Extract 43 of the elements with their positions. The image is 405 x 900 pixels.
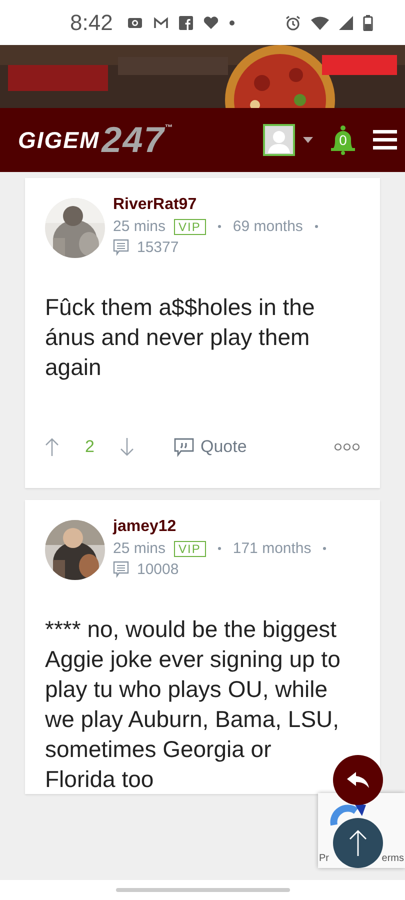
recaptcha-text: erms (382, 853, 404, 864)
post-count: 15377 (137, 239, 179, 256)
menu-icon[interactable] (373, 130, 397, 150)
up-arrow-icon (349, 829, 367, 857)
wifi-icon (311, 16, 329, 30)
separator-dot (323, 547, 326, 550)
post-text: **** no, would be the biggest Aggie joke ever signing up to play tu who plays OU, while we play Auburn, Bama, LSU, sometimes Georgia or Florida too (45, 615, 342, 794)
battery-icon (363, 14, 373, 30)
vip-badge: VIP (174, 540, 206, 556)
vote-count: 2 (85, 437, 94, 457)
user-avatar-button[interactable] (263, 124, 295, 156)
recaptcha-text: Pr (319, 853, 329, 864)
author-name[interactable]: jamey12 (113, 518, 330, 536)
post-count: 10008 (137, 561, 179, 578)
mail-icon (152, 16, 169, 30)
bell-icon (329, 125, 357, 155)
more-options-icon[interactable] (334, 443, 360, 451)
separator-dot (218, 547, 221, 550)
post-time: 25 mins (113, 218, 166, 235)
vip-badge: VIP (174, 218, 206, 234)
member-tenure: 69 months (232, 218, 303, 235)
site-logo[interactable]: GIGEM247$^{™}$ (18, 123, 174, 157)
comment-icon (113, 561, 129, 578)
caret-icon[interactable] (303, 137, 313, 143)
dot-icon (228, 20, 235, 26)
alarm-icon (285, 14, 301, 30)
downvote-arrow-icon[interactable] (120, 437, 134, 457)
status-time: 8:42 (70, 10, 113, 36)
author-name[interactable]: RiverRat97 (113, 196, 322, 214)
post-time: 25 mins (113, 540, 166, 557)
quote-icon (174, 438, 194, 456)
separator-dot (314, 225, 318, 228)
reply-arrow-icon (347, 772, 369, 788)
post-text: Fûck them a$$holes in the ánus and never play them again (45, 293, 316, 382)
signal-icon (339, 16, 353, 30)
quote-button[interactable]: Quote (174, 437, 247, 457)
upvote-arrow-icon[interactable] (45, 437, 59, 457)
facebook-icon (178, 16, 193, 30)
separator-dot (218, 225, 221, 228)
camera-icon (126, 16, 143, 30)
heart-icon (202, 16, 219, 30)
comment-icon (113, 239, 129, 256)
member-tenure: 171 months (232, 540, 312, 557)
